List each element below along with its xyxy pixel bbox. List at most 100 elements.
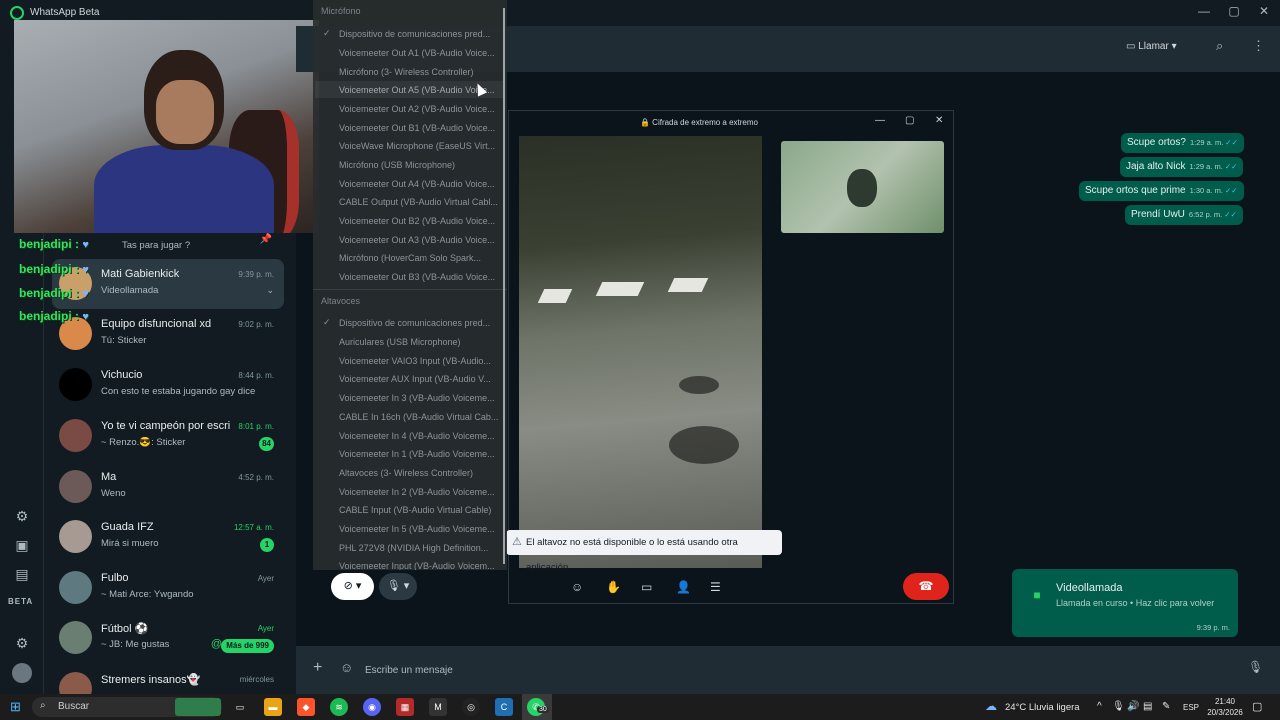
badge-icon: ♥ bbox=[82, 264, 89, 276]
call-button[interactable]: ▭ Llamar ▾ bbox=[1118, 36, 1185, 58]
chat-list-item[interactable]: Yo te vi campeón por escri... 8:01 p. m.… bbox=[52, 411, 284, 461]
encryption-label: 🔒 Cifrada de extremo a extremo bbox=[639, 118, 758, 127]
camera-toggle-button[interactable]: ⊘ ▾ bbox=[331, 573, 374, 600]
road-marking bbox=[595, 282, 645, 296]
call-maximize-button[interactable]: ▢ bbox=[905, 115, 914, 126]
microphone-option[interactable]: Voicemeeter Out B1 (VB-Audio Voice... bbox=[339, 123, 499, 133]
language-indicator[interactable]: ESP bbox=[1183, 703, 1199, 712]
volume-icon[interactable]: 🔊 bbox=[1127, 701, 1139, 712]
chat-list-item[interactable]: Fútbol ⚽ Ayer ~ JB: Me gustas @ Más de 9… bbox=[52, 613, 284, 663]
search-icon[interactable]: ⌕ bbox=[1216, 38, 1223, 54]
windows-start-icon[interactable]: ⊞ bbox=[10, 699, 21, 715]
search-highlight-image[interactable] bbox=[175, 698, 221, 716]
microphone-option[interactable]: Voicemeeter Out A1 (VB-Audio Voice... bbox=[339, 48, 499, 58]
video-call-message[interactable]: ■ Videollamada Llamada en curso • Haz cl… bbox=[1012, 569, 1238, 637]
speaker-option[interactable]: Voicemeeter In 1 (VB-Audio Voiceme... bbox=[339, 449, 499, 459]
chat-time: 8:44 p. m. bbox=[238, 371, 274, 380]
discord-icon[interactable]: ◉ bbox=[363, 698, 381, 716]
attach-plus-icon[interactable]: + bbox=[313, 659, 322, 677]
speaker-option[interactable]: Voicemeeter Input (VB-Audio Voicem... bbox=[339, 561, 499, 570]
settings-gear-icon[interactable]: ⚙ bbox=[12, 506, 32, 526]
speaker-option[interactable]: Dispositivo de comunicaciones pred... bbox=[339, 318, 499, 328]
speaker-option[interactable]: Auriculares (USB Microphone) bbox=[339, 337, 499, 347]
beta-label: BETA bbox=[8, 597, 34, 606]
whatsapp-unread-badge: 30 bbox=[537, 706, 549, 713]
microphone-option[interactable]: Micrófono (3- Wireless Controller) bbox=[339, 67, 499, 77]
microphone-option[interactable]: Micrófono (HoverCam Solo Spark... bbox=[339, 253, 499, 263]
microphone-toggle-button[interactable]: 🎙 ▾ bbox=[379, 573, 417, 600]
microphone-tray-icon[interactable]: 🎙 bbox=[1112, 701, 1125, 712]
voicemeeter-icon[interactable]: ▦ bbox=[396, 698, 414, 716]
close-button[interactable]: ✕ bbox=[1249, 4, 1279, 18]
raise-hand-icon[interactable]: ✋ bbox=[606, 580, 621, 594]
obs-studio-icon[interactable]: ◎ bbox=[462, 698, 480, 716]
speaker-option[interactable]: PHL 272V8 (NVIDIA High Definition... bbox=[339, 543, 499, 553]
chat-list-item[interactable]: Stremers insanos👻 miércoles bbox=[52, 664, 284, 694]
outgoing-message: Prendí UwU 6:52 p. m. ✓✓ bbox=[1125, 205, 1243, 225]
microphone-option[interactable]: Dispositivo de comunicaciones pred... bbox=[339, 29, 499, 39]
microphone-option[interactable]: Micrófono (USB Microphone) bbox=[339, 160, 499, 170]
notification-icon[interactable]: ▢ bbox=[1252, 700, 1262, 713]
pen-icon[interactable]: ✎ bbox=[1162, 701, 1170, 712]
chat-list-item[interactable]: Vichucio 8:44 p. m. Con esto te estaba j… bbox=[52, 360, 284, 410]
chat-name: Mati Gabienkick bbox=[101, 268, 180, 280]
microphone-option[interactable]: Voicemeeter Out A4 (VB-Audio Voice... bbox=[339, 179, 499, 189]
file-explorer-icon[interactable]: ▬ bbox=[264, 698, 282, 716]
share-screen-icon[interactable]: ▭ bbox=[641, 580, 652, 594]
media-icon[interactable]: ▤ bbox=[12, 564, 32, 584]
speaker-option[interactable]: CABLE In 16ch (VB-Audio Virtual Cab... bbox=[339, 412, 499, 422]
weather-cloud-icon[interactable]: ☁ bbox=[985, 699, 997, 713]
speaker-option[interactable]: Voicemeeter AUX Input (VB-Audio V... bbox=[339, 374, 499, 384]
chat-list-item[interactable]: Fulbo Ayer ~ Mati Arce: Ywgando bbox=[52, 563, 284, 613]
maximize-button[interactable]: ▢ bbox=[1219, 4, 1249, 18]
more-options-icon[interactable]: ☰ bbox=[710, 580, 721, 594]
microphone-option[interactable]: Voicemeeter Out B3 (VB-Audio Voice... bbox=[339, 272, 499, 282]
status-icon[interactable]: ▣ bbox=[12, 535, 32, 555]
task-view-icon[interactable]: ▭ bbox=[231, 698, 249, 716]
message-time: 1:29 a. m. bbox=[1189, 162, 1223, 171]
profile-avatar[interactable] bbox=[12, 663, 32, 683]
chat-time: miércoles bbox=[239, 675, 274, 684]
end-call-button[interactable]: ☎ bbox=[903, 573, 949, 600]
microphone-option[interactable]: CABLE Output (VB-Audio Virtual Cabl... bbox=[339, 197, 499, 207]
app-icon-c[interactable]: C bbox=[495, 698, 513, 716]
self-video-preview[interactable] bbox=[781, 141, 944, 233]
microphone-icon[interactable]: 🎙 bbox=[1248, 660, 1263, 674]
pin-icon: 📌 bbox=[259, 234, 272, 245]
brave-browser-icon[interactable]: ◆ bbox=[297, 698, 315, 716]
speaker-option[interactable]: Voicemeeter In 5 (VB-Audio Voiceme... bbox=[339, 524, 499, 534]
weather-text[interactable]: 24°C Lluvia ligera bbox=[1005, 702, 1080, 713]
speaker-option[interactable]: Altavoces (3- Wireless Controller) bbox=[339, 468, 499, 478]
menu-scrollbar[interactable] bbox=[503, 8, 505, 564]
speaker-option[interactable]: Voicemeeter In 2 (VB-Audio Voiceme... bbox=[339, 487, 499, 497]
voicemod-icon[interactable]: M bbox=[429, 698, 447, 716]
chevron-down-icon[interactable]: ⌄ bbox=[266, 285, 274, 296]
outgoing-message: Scupe ortos que prime 1:30 a. m. ✓✓ bbox=[1079, 181, 1244, 201]
reactions-icon[interactable]: ☺ bbox=[571, 580, 583, 594]
taskbar-clock[interactable]: 21:40 20/3/2026 bbox=[1207, 696, 1243, 718]
more-vert-icon[interactable]: ⋮ bbox=[1252, 38, 1265, 54]
speaker-option[interactable]: Voicemeeter In 4 (VB-Audio Voiceme... bbox=[339, 431, 499, 441]
speaker-option[interactable]: CABLE Input (VB-Audio Virtual Cable) bbox=[339, 505, 499, 515]
unread-badge: 84 bbox=[259, 437, 274, 451]
chevron-up-icon[interactable]: ^ bbox=[1097, 701, 1102, 712]
spotify-icon[interactable]: ≋ bbox=[330, 698, 348, 716]
chat-list-item[interactable]: Ma 4:52 p. m. Weno bbox=[52, 462, 284, 512]
settings-icon[interactable]: ⚙ bbox=[12, 633, 32, 653]
speaker-option[interactable]: Voicemeeter VAIO3 Input (VB-Audio... bbox=[339, 356, 499, 366]
minimize-button[interactable]: — bbox=[1189, 4, 1219, 18]
microphone-option[interactable]: Voicemeeter Out A2 (VB-Audio Voice... bbox=[339, 104, 499, 114]
microphone-option[interactable]: Voicemeeter Out B2 (VB-Audio Voice... bbox=[339, 216, 499, 226]
call-close-button[interactable]: ✕ bbox=[935, 115, 943, 126]
network-icon[interactable]: ▤ bbox=[1143, 701, 1152, 712]
speaker-warning-text: El altavoz no está disponible o lo está … bbox=[526, 537, 738, 573]
chat-list-item[interactable]: Guada IFZ 12:57 a. m. Mirá si muero 1 bbox=[52, 512, 284, 562]
emoji-icon[interactable]: ☺ bbox=[340, 660, 353, 675]
microphone-option[interactable]: Voicemeeter Out A3 (VB-Audio Voice... bbox=[339, 235, 499, 245]
speaker-section-title: Altavoces bbox=[321, 296, 361, 306]
add-participant-icon[interactable]: 👤 bbox=[676, 580, 691, 594]
speaker-option[interactable]: Voicemeeter In 3 (VB-Audio Voiceme... bbox=[339, 393, 499, 403]
microphone-option[interactable]: VoiceWave Microphone (EaseUS Virt... bbox=[339, 141, 499, 151]
message-input[interactable] bbox=[365, 662, 1225, 678]
call-minimize-button[interactable]: — bbox=[875, 115, 885, 126]
